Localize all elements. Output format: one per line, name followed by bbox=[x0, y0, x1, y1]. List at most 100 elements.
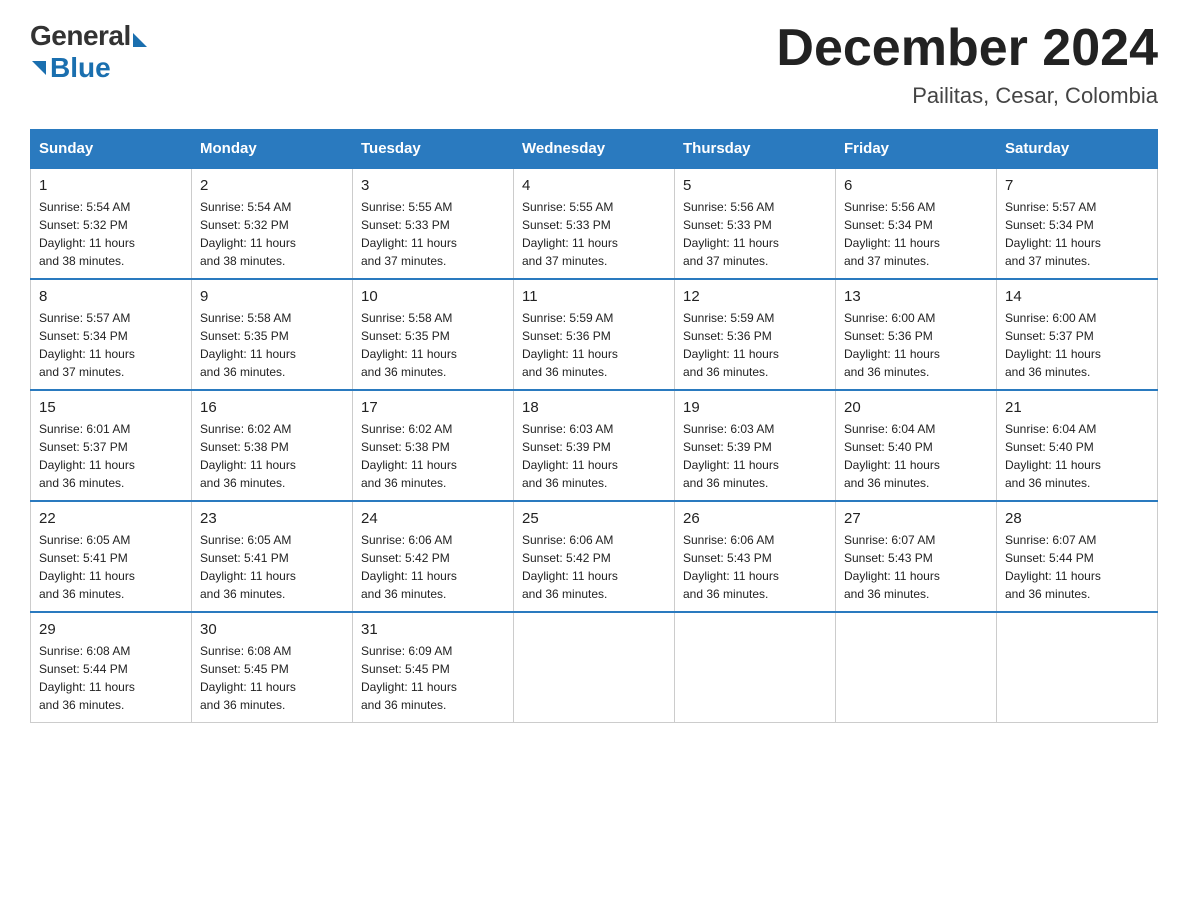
calendar-cell: 6 Sunrise: 5:56 AM Sunset: 5:34 PM Dayli… bbox=[836, 168, 997, 279]
title-section: December 2024 Pailitas, Cesar, Colombia bbox=[776, 20, 1158, 109]
logo-general-text: General bbox=[30, 20, 131, 52]
calendar-cell: 16 Sunrise: 6:02 AM Sunset: 5:38 PM Dayl… bbox=[192, 390, 353, 501]
day-number: 15 bbox=[39, 399, 183, 416]
calendar-cell: 23 Sunrise: 6:05 AM Sunset: 5:41 PM Dayl… bbox=[192, 501, 353, 612]
day-number: 2 bbox=[200, 177, 344, 194]
calendar-cell: 29 Sunrise: 6:08 AM Sunset: 5:44 PM Dayl… bbox=[31, 612, 192, 723]
day-info: Sunrise: 6:07 AM Sunset: 5:44 PM Dayligh… bbox=[1005, 531, 1149, 603]
calendar-cell: 25 Sunrise: 6:06 AM Sunset: 5:42 PM Dayl… bbox=[514, 501, 675, 612]
day-number: 30 bbox=[200, 621, 344, 638]
day-number: 3 bbox=[361, 177, 505, 194]
day-number: 12 bbox=[683, 288, 827, 305]
day-info: Sunrise: 6:09 AM Sunset: 5:45 PM Dayligh… bbox=[361, 642, 505, 714]
day-info: Sunrise: 6:02 AM Sunset: 5:38 PM Dayligh… bbox=[361, 420, 505, 492]
day-number: 17 bbox=[361, 399, 505, 416]
calendar-cell: 11 Sunrise: 5:59 AM Sunset: 5:36 PM Dayl… bbox=[514, 279, 675, 390]
day-info: Sunrise: 6:01 AM Sunset: 5:37 PM Dayligh… bbox=[39, 420, 183, 492]
calendar-cell: 14 Sunrise: 6:00 AM Sunset: 5:37 PM Dayl… bbox=[997, 279, 1158, 390]
day-info: Sunrise: 6:06 AM Sunset: 5:42 PM Dayligh… bbox=[522, 531, 666, 603]
logo-blue-text: Blue bbox=[50, 52, 111, 84]
calendar-cell: 21 Sunrise: 6:04 AM Sunset: 5:40 PM Dayl… bbox=[997, 390, 1158, 501]
day-info: Sunrise: 5:57 AM Sunset: 5:34 PM Dayligh… bbox=[1005, 198, 1149, 270]
header-tuesday: Tuesday bbox=[353, 130, 514, 169]
calendar-cell: 2 Sunrise: 5:54 AM Sunset: 5:32 PM Dayli… bbox=[192, 168, 353, 279]
day-number: 21 bbox=[1005, 399, 1149, 416]
logo-arrow-icon bbox=[133, 33, 147, 47]
day-info: Sunrise: 6:03 AM Sunset: 5:39 PM Dayligh… bbox=[683, 420, 827, 492]
day-number: 6 bbox=[844, 177, 988, 194]
day-info: Sunrise: 5:54 AM Sunset: 5:32 PM Dayligh… bbox=[39, 198, 183, 270]
calendar-cell: 17 Sunrise: 6:02 AM Sunset: 5:38 PM Dayl… bbox=[353, 390, 514, 501]
day-number: 14 bbox=[1005, 288, 1149, 305]
calendar-cell: 3 Sunrise: 5:55 AM Sunset: 5:33 PM Dayli… bbox=[353, 168, 514, 279]
location-subtitle: Pailitas, Cesar, Colombia bbox=[776, 83, 1158, 109]
day-number: 11 bbox=[522, 288, 666, 305]
calendar-cell: 5 Sunrise: 5:56 AM Sunset: 5:33 PM Dayli… bbox=[675, 168, 836, 279]
calendar-cell: 13 Sunrise: 6:00 AM Sunset: 5:36 PM Dayl… bbox=[836, 279, 997, 390]
week-row-1: 1 Sunrise: 5:54 AM Sunset: 5:32 PM Dayli… bbox=[31, 168, 1158, 279]
day-info: Sunrise: 5:56 AM Sunset: 5:33 PM Dayligh… bbox=[683, 198, 827, 270]
calendar-cell: 12 Sunrise: 5:59 AM Sunset: 5:36 PM Dayl… bbox=[675, 279, 836, 390]
day-info: Sunrise: 6:06 AM Sunset: 5:43 PM Dayligh… bbox=[683, 531, 827, 603]
calendar-cell: 8 Sunrise: 5:57 AM Sunset: 5:34 PM Dayli… bbox=[31, 279, 192, 390]
week-row-2: 8 Sunrise: 5:57 AM Sunset: 5:34 PM Dayli… bbox=[31, 279, 1158, 390]
day-number: 16 bbox=[200, 399, 344, 416]
day-number: 4 bbox=[522, 177, 666, 194]
day-number: 10 bbox=[361, 288, 505, 305]
header-thursday: Thursday bbox=[675, 130, 836, 169]
day-number: 25 bbox=[522, 510, 666, 527]
calendar-table: SundayMondayTuesdayWednesdayThursdayFrid… bbox=[30, 129, 1158, 723]
logo: General Blue bbox=[30, 20, 147, 84]
day-number: 27 bbox=[844, 510, 988, 527]
calendar-cell: 10 Sunrise: 5:58 AM Sunset: 5:35 PM Dayl… bbox=[353, 279, 514, 390]
header-saturday: Saturday bbox=[997, 130, 1158, 169]
day-number: 13 bbox=[844, 288, 988, 305]
day-info: Sunrise: 5:57 AM Sunset: 5:34 PM Dayligh… bbox=[39, 309, 183, 381]
day-info: Sunrise: 6:03 AM Sunset: 5:39 PM Dayligh… bbox=[522, 420, 666, 492]
calendar-header-row: SundayMondayTuesdayWednesdayThursdayFrid… bbox=[31, 130, 1158, 169]
day-number: 31 bbox=[361, 621, 505, 638]
day-info: Sunrise: 5:58 AM Sunset: 5:35 PM Dayligh… bbox=[361, 309, 505, 381]
calendar-cell: 24 Sunrise: 6:06 AM Sunset: 5:42 PM Dayl… bbox=[353, 501, 514, 612]
day-number: 8 bbox=[39, 288, 183, 305]
day-number: 29 bbox=[39, 621, 183, 638]
day-info: Sunrise: 6:04 AM Sunset: 5:40 PM Dayligh… bbox=[1005, 420, 1149, 492]
day-info: Sunrise: 5:58 AM Sunset: 5:35 PM Dayligh… bbox=[200, 309, 344, 381]
day-info: Sunrise: 5:55 AM Sunset: 5:33 PM Dayligh… bbox=[522, 198, 666, 270]
page-header: General Blue December 2024 Pailitas, Ces… bbox=[30, 20, 1158, 109]
day-number: 20 bbox=[844, 399, 988, 416]
calendar-cell bbox=[836, 612, 997, 723]
day-info: Sunrise: 5:56 AM Sunset: 5:34 PM Dayligh… bbox=[844, 198, 988, 270]
day-number: 5 bbox=[683, 177, 827, 194]
week-row-4: 22 Sunrise: 6:05 AM Sunset: 5:41 PM Dayl… bbox=[31, 501, 1158, 612]
header-sunday: Sunday bbox=[31, 130, 192, 169]
day-info: Sunrise: 6:05 AM Sunset: 5:41 PM Dayligh… bbox=[39, 531, 183, 603]
day-number: 9 bbox=[200, 288, 344, 305]
header-wednesday: Wednesday bbox=[514, 130, 675, 169]
calendar-cell bbox=[675, 612, 836, 723]
day-info: Sunrise: 5:55 AM Sunset: 5:33 PM Dayligh… bbox=[361, 198, 505, 270]
day-number: 24 bbox=[361, 510, 505, 527]
day-number: 7 bbox=[1005, 177, 1149, 194]
day-info: Sunrise: 6:06 AM Sunset: 5:42 PM Dayligh… bbox=[361, 531, 505, 603]
day-number: 19 bbox=[683, 399, 827, 416]
day-info: Sunrise: 6:07 AM Sunset: 5:43 PM Dayligh… bbox=[844, 531, 988, 603]
day-number: 22 bbox=[39, 510, 183, 527]
calendar-cell: 19 Sunrise: 6:03 AM Sunset: 5:39 PM Dayl… bbox=[675, 390, 836, 501]
calendar-cell bbox=[514, 612, 675, 723]
day-info: Sunrise: 5:59 AM Sunset: 5:36 PM Dayligh… bbox=[522, 309, 666, 381]
day-info: Sunrise: 6:05 AM Sunset: 5:41 PM Dayligh… bbox=[200, 531, 344, 603]
calendar-cell bbox=[997, 612, 1158, 723]
calendar-cell: 1 Sunrise: 5:54 AM Sunset: 5:32 PM Dayli… bbox=[31, 168, 192, 279]
calendar-cell: 22 Sunrise: 6:05 AM Sunset: 5:41 PM Dayl… bbox=[31, 501, 192, 612]
day-info: Sunrise: 6:02 AM Sunset: 5:38 PM Dayligh… bbox=[200, 420, 344, 492]
day-info: Sunrise: 5:54 AM Sunset: 5:32 PM Dayligh… bbox=[200, 198, 344, 270]
calendar-cell: 26 Sunrise: 6:06 AM Sunset: 5:43 PM Dayl… bbox=[675, 501, 836, 612]
calendar-cell: 4 Sunrise: 5:55 AM Sunset: 5:33 PM Dayli… bbox=[514, 168, 675, 279]
calendar-cell: 31 Sunrise: 6:09 AM Sunset: 5:45 PM Dayl… bbox=[353, 612, 514, 723]
header-friday: Friday bbox=[836, 130, 997, 169]
day-number: 18 bbox=[522, 399, 666, 416]
day-number: 23 bbox=[200, 510, 344, 527]
calendar-cell: 20 Sunrise: 6:04 AM Sunset: 5:40 PM Dayl… bbox=[836, 390, 997, 501]
day-info: Sunrise: 6:00 AM Sunset: 5:36 PM Dayligh… bbox=[844, 309, 988, 381]
